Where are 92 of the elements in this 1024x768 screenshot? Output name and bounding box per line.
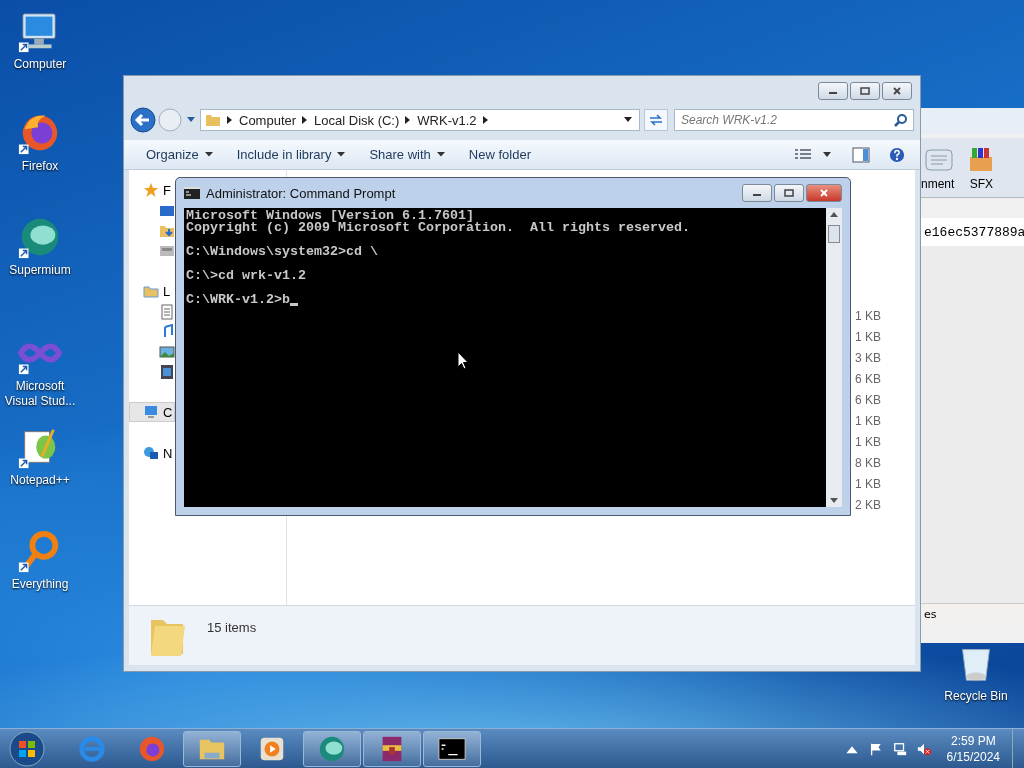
desktop-icon-label[interactable]: Microsoft Visual Stud...: [2, 379, 78, 409]
breadcrumb-item[interactable]: Computer: [239, 112, 297, 128]
path-text: e16ec5377889a: [920, 218, 1024, 246]
window-title: Administrator: Command Prompt: [206, 185, 396, 201]
desktop-icon-label[interactable]: Everything: [11, 577, 69, 592]
minimize-button[interactable]: [742, 184, 772, 202]
mouse-pointer-icon: [457, 351, 469, 370]
flag-icon[interactable]: [868, 741, 883, 756]
desktop-icon-label[interactable]: Supermium: [9, 263, 71, 278]
start-button[interactable]: [9, 730, 45, 767]
file-size: 8 KB: [855, 455, 881, 472]
minimize-button[interactable]: [818, 82, 848, 100]
caret-icon[interactable]: [624, 117, 632, 123]
close-icon: [818, 189, 830, 197]
desktop-icon[interactable]: [159, 203, 175, 219]
chevron-icon[interactable]: [405, 116, 412, 124]
network-icon: [143, 445, 159, 461]
chevron-icon[interactable]: [482, 116, 489, 124]
downloads-icon[interactable]: [159, 223, 175, 239]
close-icon: [891, 87, 903, 95]
nav-item[interactable]: F: [129, 180, 173, 200]
clock-time: 2:59 PM: [950, 732, 996, 749]
pictures-icon[interactable]: [159, 344, 175, 360]
caret-icon: [204, 152, 213, 157]
caret-icon: [436, 152, 445, 157]
status-bar: es: [920, 603, 1024, 625]
file-size: 3 KB: [855, 350, 881, 367]
item-count: 15 items: [207, 620, 257, 635]
toolbar-button[interactable]: Organize: [138, 145, 221, 164]
caret-icon: [337, 152, 346, 157]
scroll-down-icon[interactable]: [830, 498, 838, 503]
desktop-icon-label[interactable]: Computer: [13, 57, 67, 72]
desktop-icon-label[interactable]: Firefox: [21, 159, 59, 174]
file-size: 1 KB: [855, 413, 881, 430]
console-area[interactable]: Microsoft Windows [Version 6.1.7601] Copyright (c) 2009 Microsoft Corporation. All rights reserved. C:\Windows\system32>cd \ C:\>cd wrk-v1.2 C:\WRK-v1.2>b: [184, 208, 826, 507]
caret-icon[interactable]: [823, 151, 831, 158]
scroll-up-icon[interactable]: [830, 212, 838, 217]
volume-muted-icon[interactable]: [916, 741, 931, 756]
desktop-icon-label[interactable]: Notepad++: [10, 473, 70, 488]
console-line: C:\>cd wrk-v1.2: [186, 270, 306, 282]
network-icon[interactable]: [892, 741, 907, 756]
breadcrumb-item[interactable]: Local Disk (C:): [314, 112, 400, 128]
nav-item[interactable]: C: [129, 402, 176, 422]
computer-icon: [143, 404, 159, 420]
file-size: 2 KB: [855, 497, 881, 514]
clock-date: 6/15/2024: [946, 748, 1000, 765]
file-size: 1 KB: [855, 434, 881, 451]
folder-icon: [205, 112, 221, 128]
console-line: Copyright (c) 2009 Microsoft Corporation. All rights reserved.: [186, 222, 690, 234]
toolbar-button[interactable]: Include in library: [228, 145, 354, 164]
scrollbar-thumb[interactable]: [828, 225, 840, 243]
clock[interactable]: 2:59 PM 6/15/2024: [946, 732, 1000, 765]
toolbar-label[interactable]: nment: [921, 176, 955, 191]
file-size: 6 KB: [855, 371, 881, 388]
file-size: 6 KB: [855, 392, 881, 409]
favorites-icon: [143, 182, 159, 198]
ie-icon: [77, 733, 107, 764]
desktop-icon-label[interactable]: Recycle Bin: [944, 689, 1008, 704]
maximize-button[interactable]: [774, 184, 804, 202]
refresh-button[interactable]: [644, 109, 668, 131]
console-line: Microsoft Windows [Version 6.1.7601]: [186, 210, 474, 222]
address-bar[interactable]: Computer Local Disk (C:) WRK-v1.2: [200, 109, 640, 131]
nav-item[interactable]: L: [129, 281, 173, 301]
toolbar-button[interactable]: Share with: [361, 145, 453, 164]
recent-icon[interactable]: [159, 243, 175, 259]
file-size: 1 KB: [855, 476, 881, 493]
file-size: 1 KB: [855, 308, 881, 325]
chevron-icon[interactable]: [302, 116, 309, 124]
toolbar-label[interactable]: SFX: [969, 176, 994, 191]
breadcrumb-item[interactable]: WRK-v1.2: [417, 112, 477, 128]
maximize-icon: [859, 87, 871, 95]
close-button[interactable]: [806, 184, 842, 202]
chevron-icon[interactable]: [227, 116, 233, 124]
console-line: C:\Windows\system32>cd \: [186, 246, 378, 258]
maximize-button[interactable]: [850, 82, 880, 100]
search-icon[interactable]: [894, 113, 908, 127]
scrollbar[interactable]: [826, 208, 842, 507]
toolbar-button[interactable]: New folder: [460, 145, 539, 164]
taskbar-button[interactable]: [363, 730, 421, 767]
libraries-icon: [143, 283, 159, 299]
nav-item[interactable]: N: [129, 443, 175, 463]
search-field[interactable]: Search WRK-v1.2: [674, 109, 914, 131]
terminal-icon: [184, 187, 200, 199]
console-line: C:\WRK-v1.2>b: [186, 294, 290, 306]
back-button[interactable]: [130, 107, 156, 133]
preview-pane-icon[interactable]: [852, 146, 870, 163]
close-button[interactable]: [882, 82, 912, 100]
maximize-icon: [783, 189, 795, 197]
videos-icon[interactable]: [159, 364, 175, 380]
taskbar-button[interactable]: [423, 730, 481, 767]
help-icon[interactable]: [888, 146, 906, 163]
file-size: 1 KB: [855, 329, 881, 346]
